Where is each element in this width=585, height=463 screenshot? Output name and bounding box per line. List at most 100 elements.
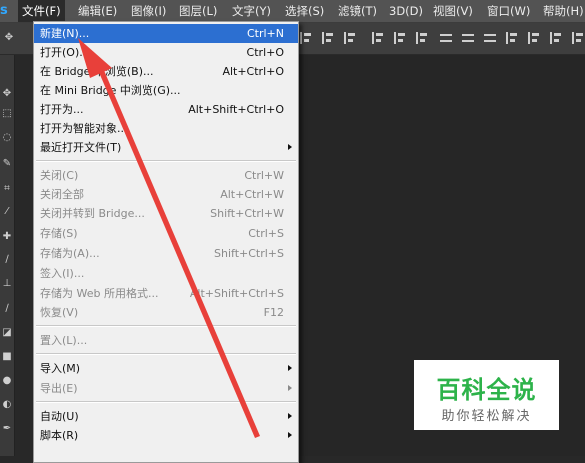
photoshop-logo-icon: s [0,3,8,18]
menu-item-open[interactable]: 打开(O)... Ctrl+O [34,43,298,62]
menu-image[interactable]: 图像(I) [127,0,170,22]
file-menu-dropdown: 新建(N)... Ctrl+N 打开(O)... Ctrl+O 在 Bridge… [33,21,299,463]
menu-file[interactable]: 文件(F) [18,0,65,22]
eraser-tool-icon[interactable]: ◪ [1,327,13,339]
menu-separator [36,325,296,327]
menu-item-shortcut: Ctrl+O [246,46,284,59]
menu-select[interactable]: 选择(S) [281,0,328,22]
menu-item-save-for-web[interactable]: 存储为 Web 所用格式... Alt+Shift+Ctrl+S [34,284,298,303]
menu-item-label: 自动(U) [40,410,79,423]
align-left-icon[interactable] [372,32,385,44]
menu-item-label: 存储(S) [40,227,78,240]
history-brush-tool-icon[interactable]: ∕ [1,303,13,315]
menu-view[interactable]: 视图(V) [429,0,477,22]
distribute-left-icon[interactable] [506,32,519,44]
menu-item-shortcut: Alt+Shift+Ctrl+S [189,287,284,300]
menu-item-automate[interactable]: 自动(U) [34,407,298,426]
menu-item-close-go-bridge[interactable]: 关闭并转到 Bridge... Shift+Ctrl+W [34,204,298,223]
menu-item-open-smart-object[interactable]: 打开为智能对象... [34,119,298,138]
menu-item-shortcut: Ctrl+W [244,169,284,182]
menu-item-browse-mini-bridge[interactable]: 在 Mini Bridge 中浏览(G)... [34,81,298,100]
menu-item-shortcut: Alt+Ctrl+O [222,65,284,78]
menu-item-browse-bridge[interactable]: 在 Bridge 中浏览(B)... Alt+Ctrl+O [34,62,298,81]
menu-item-revert[interactable]: 恢复(V) F12 [34,303,298,322]
menu-item-close-all[interactable]: 关闭全部 Alt+Ctrl+W [34,185,298,204]
menu-item-label: 最近打开文件(T) [40,141,122,154]
submenu-arrow-icon [288,144,292,150]
align-vcenter-icon[interactable] [322,32,335,44]
distribute-right-icon[interactable] [550,32,563,44]
menu-item-export[interactable]: 导出(E) [34,379,298,398]
menu-item-scripts[interactable]: 脚本(R) [34,426,298,445]
distribute-top-icon[interactable] [440,32,452,44]
menu-item-shortcut: Alt+Ctrl+W [220,188,284,201]
menu-item-save[interactable]: 存储(S) Ctrl+S [34,224,298,243]
align-top-icon[interactable] [300,32,313,44]
menu-item-shortcut: Ctrl+N [246,27,284,40]
submenu-arrow-icon [288,385,292,391]
healing-tool-icon[interactable]: ✚ [1,231,13,243]
submenu-arrow-icon [288,413,292,419]
menu-edit[interactable]: 编辑(E) [74,0,121,22]
menu-item-shortcut: Ctrl+S [248,227,284,240]
menu-item-label: 导入(M) [40,362,81,375]
menu-separator [36,353,296,355]
menu-item-place[interactable]: 置入(L)... [34,331,298,350]
menu-item-recent-files[interactable]: 最近打开文件(T) [34,138,298,157]
move-tool-icon[interactable]: ✥ [1,88,13,100]
watermark-subtitle: 助你轻松解决 [441,409,532,424]
menu-item-shortcut: Shift+Ctrl+S [214,247,284,260]
lasso-tool-icon[interactable]: ◌ [1,132,13,144]
menu-window[interactable]: 窗口(W) [483,0,534,22]
align-hcenter-icon[interactable] [394,32,407,44]
menu-item-shortcut: Shift+Ctrl+W [210,207,284,220]
menu-filter[interactable]: 滤镜(T) [334,0,381,22]
menu-item-save-as[interactable]: 存储为(A)... Shift+Ctrl+S [34,244,298,263]
align-bottom-icon[interactable] [344,32,357,44]
menu-item-label: 签入(I)... [40,267,85,280]
menu-item-label: 关闭并转到 Bridge... [40,207,145,220]
menu-item-shortcut: F12 [263,306,284,319]
gradient-tool-icon[interactable]: ■ [1,351,13,363]
menu-item-close[interactable]: 关闭(C) Ctrl+W [34,166,298,185]
menu-separator [36,160,296,162]
submenu-arrow-icon [288,432,292,438]
menu-item-label: 打开(O)... [40,46,90,59]
distribute-vcenter-icon[interactable] [462,32,474,44]
menu-item-label: 打开为... [40,103,84,116]
menu-item-label: 存储为(A)... [40,247,100,260]
menu-item-check-in[interactable]: 签入(I)... [34,264,298,283]
crop-tool-icon[interactable]: ⌗ [1,183,13,195]
menu-item-label: 新建(N)... [40,27,90,40]
watermark-badge: 百科全说 助你轻松解决 [414,360,559,430]
menu-3d[interactable]: 3D(D) [385,0,427,22]
dodge-tool-icon[interactable]: ◐ [1,399,13,411]
menu-help[interactable]: 帮助(H) [539,0,585,22]
submenu-arrow-icon [288,365,292,371]
blur-tool-icon[interactable]: ● [1,375,13,387]
menu-item-label: 恢复(V) [40,306,79,319]
distribute-hcenter-icon[interactable] [528,32,541,44]
menu-item-label: 导出(E) [40,382,78,395]
marquee-tool-icon[interactable]: ⬚ [1,108,13,120]
pen-tool-icon[interactable]: ✒ [1,423,13,435]
menu-item-label: 置入(L)... [40,334,88,347]
toolbox: ✥ ⬚ ◌ ✎ ⌗ ⁄ ✚ ∕ ⊥ ∕ ◪ ■ ● ◐ ✒ [0,55,15,456]
eyedropper-tool-icon[interactable]: ⁄ [1,206,13,218]
menu-item-import[interactable]: 导入(M) [34,359,298,378]
menu-type[interactable]: 文字(Y) [228,0,275,22]
stamp-tool-icon[interactable]: ⊥ [1,278,13,290]
distribute-bottom-icon[interactable] [484,32,496,44]
quick-select-tool-icon[interactable]: ✎ [1,158,13,170]
menu-item-new[interactable]: 新建(N)... Ctrl+N [34,24,298,43]
brush-tool-icon[interactable]: ∕ [1,254,13,266]
menu-item-shortcut: Alt+Shift+Ctrl+O [188,103,284,116]
menu-item-open-as[interactable]: 打开为... Alt+Shift+Ctrl+O [34,100,298,119]
menu-item-label: 存储为 Web 所用格式... [40,287,159,300]
menu-item-label: 脚本(R) [40,429,79,442]
align-right-icon[interactable] [416,32,429,44]
move-tool-icon[interactable]: ✥ [3,32,15,44]
auto-align-icon[interactable] [572,32,585,44]
menu-layer[interactable]: 图层(L) [175,0,221,22]
menu-item-label: 在 Bridge 中浏览(B)... [40,65,154,78]
